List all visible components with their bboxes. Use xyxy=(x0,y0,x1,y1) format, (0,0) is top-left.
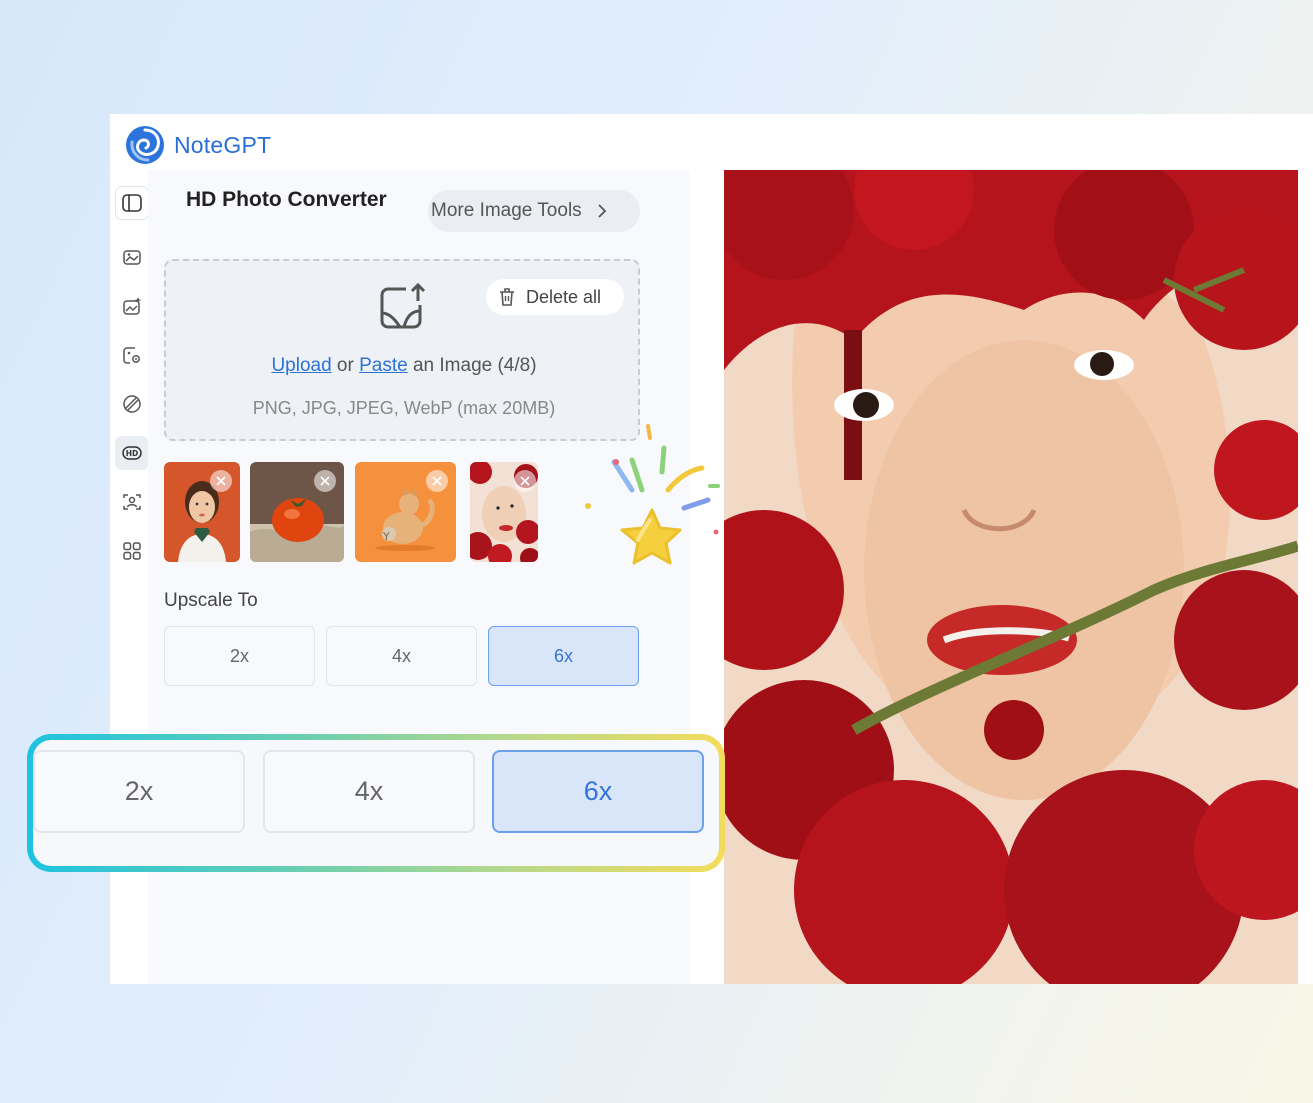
svg-text:HD: HD xyxy=(126,449,139,458)
sidebar-item-apps[interactable] xyxy=(115,534,149,568)
close-icon xyxy=(520,476,530,486)
remove-thumbnail-button[interactable] xyxy=(314,470,336,492)
callout-scale-option-2x[interactable]: 2x xyxy=(33,750,245,833)
scale-option-6x[interactable]: 6x xyxy=(488,626,639,686)
paste-link[interactable]: Paste xyxy=(359,355,408,376)
upload-instructions: Upload or Paste an Image (4/8) xyxy=(166,355,642,377)
delete-all-label: Delete all xyxy=(526,286,602,307)
image-preview xyxy=(724,170,1298,984)
close-icon xyxy=(432,476,442,486)
hd-icon: HD xyxy=(122,446,142,460)
top-bar: NoteGPT xyxy=(110,114,1313,170)
star-sparkle-icon xyxy=(585,424,720,565)
upload-image-icon xyxy=(380,282,426,329)
panel-toggle-icon xyxy=(122,194,142,212)
callout-scale-option-6x[interactable]: 6x xyxy=(492,750,704,833)
sidebar-item-panel-toggle[interactable] xyxy=(115,186,149,220)
remove-object-icon xyxy=(123,395,141,413)
logo[interactable]: NoteGPT xyxy=(124,124,271,166)
upload-link[interactable]: Upload xyxy=(271,355,331,376)
chevron-right-icon xyxy=(598,204,606,218)
upscale-label: Upscale To xyxy=(164,590,258,611)
image-generate-icon xyxy=(123,297,142,315)
sidebar-item-image-generate[interactable] xyxy=(115,289,149,323)
upload-dropzone[interactable]: Delete all Upload or Paste an Image (4/8… xyxy=(164,259,640,441)
format-hint: PNG, JPG, JPEG, WebP (max 20MB) xyxy=(252,398,556,418)
page-title: HD Photo Converter xyxy=(186,188,387,211)
trash-icon xyxy=(500,288,514,306)
thumbnail-tomato[interactable] xyxy=(250,462,344,562)
thumbnail-rose-portrait[interactable] xyxy=(470,462,538,562)
image-settings-icon xyxy=(123,347,140,364)
more-image-tools-button[interactable]: More Image Tools xyxy=(428,190,640,232)
image-count-text: an Image (4/8) xyxy=(407,355,537,376)
sidebar-item-image-settings[interactable] xyxy=(115,338,149,372)
or-text: or xyxy=(331,355,360,376)
sidebar-item-image-edit[interactable] xyxy=(115,240,149,274)
remove-thumbnail-button[interactable] xyxy=(210,470,232,492)
rose-portrait-preview xyxy=(724,170,1298,984)
sidebar-item-remove-object[interactable] xyxy=(115,387,149,421)
thumbnail-orange-cat[interactable]: Y xyxy=(355,462,456,562)
scale-option-2x[interactable]: 2x xyxy=(164,626,315,686)
delete-all-button[interactable]: Delete all xyxy=(486,279,624,315)
close-icon xyxy=(216,476,226,486)
scale-option-4x[interactable]: 4x xyxy=(326,626,477,686)
brand-name: NoteGPT xyxy=(174,131,272,158)
more-image-tools-label: More Image Tools xyxy=(431,200,582,221)
svg-text:Y: Y xyxy=(382,530,390,543)
callout-scale-option-4x[interactable]: 4x xyxy=(263,750,475,833)
apps-grid-icon xyxy=(123,542,141,560)
remove-thumbnail-button[interactable] xyxy=(426,470,448,492)
remove-thumbnail-button[interactable] xyxy=(514,470,536,492)
face-scan-icon xyxy=(123,494,141,510)
image-edit-icon xyxy=(123,250,141,265)
close-icon xyxy=(320,476,330,486)
sidebar-item-face-scan[interactable] xyxy=(115,485,149,519)
upscale-callout: 2x 4x 6x xyxy=(27,734,725,872)
sidebar-item-hd[interactable]: HD xyxy=(115,436,149,470)
notegpt-logo-icon xyxy=(126,126,164,164)
thumbnail-girl-portrait[interactable] xyxy=(164,462,240,562)
callout-inner: 2x 4x 6x xyxy=(33,740,719,866)
